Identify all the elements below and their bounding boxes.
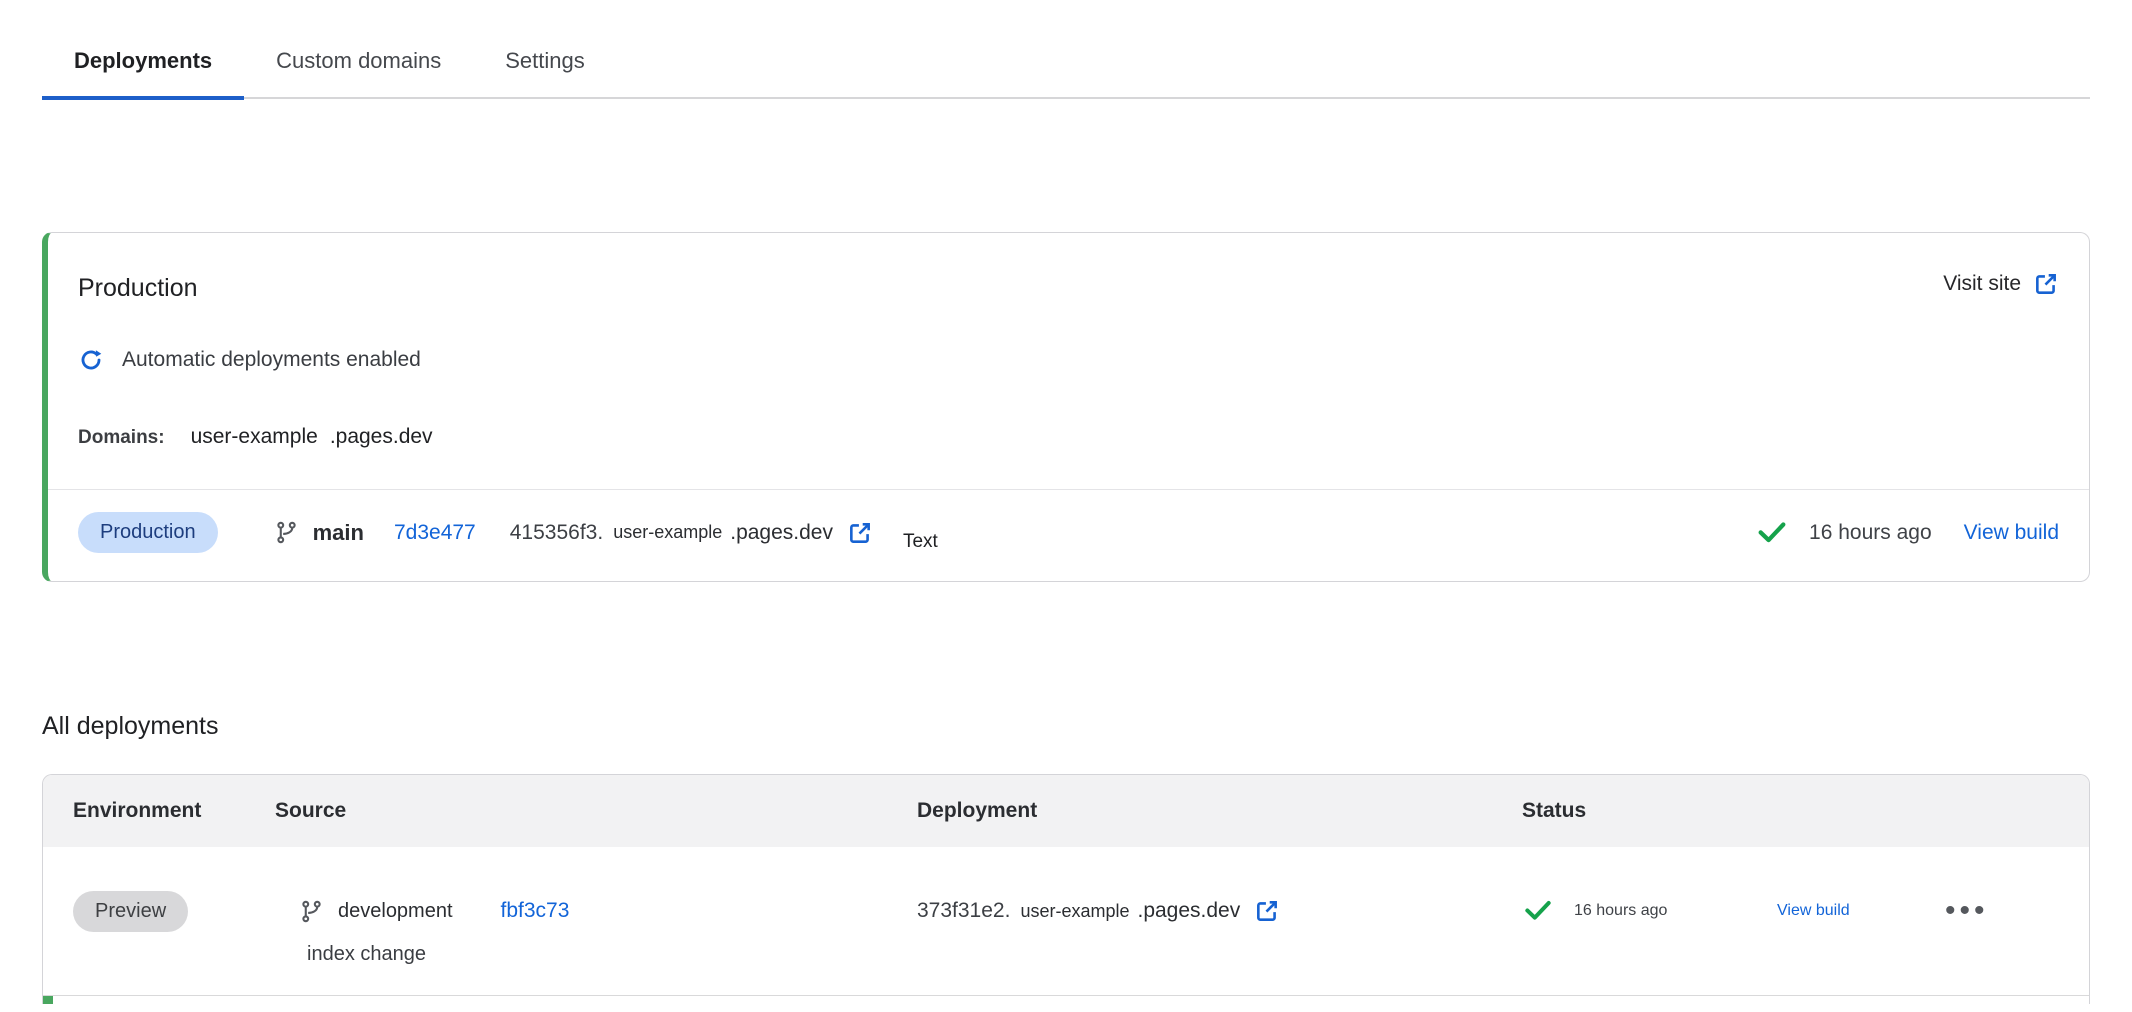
- environment-cell: Preview: [73, 889, 275, 933]
- domain-suffix: .pages.dev: [330, 425, 433, 449]
- column-header-status: Status: [1522, 799, 1777, 823]
- tab-custom-domains[interactable]: Custom domains: [244, 26, 473, 97]
- view-build-link[interactable]: View build: [1964, 521, 2059, 545]
- auto-deployments-row: Automatic deployments enabled: [78, 347, 2059, 373]
- source-cell: development fbf3c73 index change: [275, 889, 917, 969]
- view-build-cell: View build: [1777, 889, 1945, 933]
- tab-deployments[interactable]: Deployments: [42, 26, 244, 100]
- deployment-id: 415356f3.: [510, 521, 603, 545]
- domain-name: user-example: [191, 425, 318, 449]
- deployment-domain[interactable]: user-example: [613, 522, 722, 543]
- commit-link[interactable]: fbf3c73: [501, 899, 570, 923]
- view-build-link[interactable]: View build: [1777, 902, 1850, 920]
- row-menu-cell: •••: [1945, 889, 2089, 933]
- branch-name: development: [338, 900, 453, 923]
- deployment-cell: 373f31e2. user-example .pages.dev: [917, 889, 1522, 933]
- table-row: Preview development fbf3c73 index change: [43, 847, 2089, 995]
- table-header-row: Environment Source Deployment Status: [43, 775, 2089, 847]
- check-icon: [1755, 516, 1789, 550]
- next-row-divider: [43, 995, 2089, 1004]
- column-header-deployment: Deployment: [917, 799, 1522, 823]
- visit-site-link[interactable]: Visit site: [1943, 271, 2059, 297]
- column-header-source: Source: [275, 799, 917, 823]
- branch-name: main: [313, 520, 364, 546]
- external-link-icon: [2033, 271, 2059, 297]
- environment-badge: Preview: [73, 891, 188, 932]
- production-title: Production: [78, 271, 198, 305]
- domains-row: Domains: user-example .pages.dev: [78, 425, 2059, 449]
- production-card-body: Production Visit site: [48, 233, 2089, 489]
- deployment-id: 373f31e2.: [917, 899, 1010, 923]
- commit-message: index change: [307, 939, 917, 969]
- domains-label: Domains:: [78, 427, 165, 449]
- check-icon: [1522, 895, 1554, 927]
- visit-site-label: Visit site: [1943, 272, 2021, 296]
- commit-link[interactable]: 7d3e477: [394, 521, 476, 545]
- refresh-icon: [78, 347, 104, 373]
- next-row-green-indicator: [43, 996, 53, 1004]
- deployment-domain-suffix[interactable]: .pages.dev: [730, 521, 833, 545]
- column-header-environment: Environment: [73, 799, 275, 823]
- production-card: Production Visit site: [42, 232, 2090, 582]
- git-branch-icon: [274, 520, 299, 545]
- tab-settings[interactable]: Settings: [473, 26, 617, 97]
- page-content: Deployments Custom domains Settings Prod…: [42, 26, 2090, 1004]
- tooltip-text: Text: [903, 531, 938, 553]
- tab-bar: Deployments Custom domains Settings: [42, 26, 2090, 99]
- git-branch-icon: [299, 899, 324, 924]
- deployment-domain-suffix[interactable]: .pages.dev: [1137, 899, 1240, 923]
- deployments-table: Environment Source Deployment Status Pre…: [42, 774, 2090, 1004]
- status-cell: 16 hours ago: [1522, 889, 1777, 933]
- all-deployments-heading: All deployments: [42, 709, 2090, 743]
- production-deployment-row: Production main 7d3e477 415356f3. user-e…: [48, 490, 2089, 581]
- deployment-time: 16 hours ago: [1809, 521, 1932, 545]
- deployment-time: 16 hours ago: [1574, 902, 1667, 920]
- deployment-status-group: 16 hours ago View build: [1755, 516, 2059, 550]
- auto-deployments-text: Automatic deployments enabled: [122, 348, 421, 372]
- external-link-icon[interactable]: [847, 520, 873, 546]
- environment-badge: Production: [78, 512, 218, 553]
- external-link-icon[interactable]: [1254, 898, 1280, 924]
- deployment-domain[interactable]: user-example: [1020, 901, 1129, 922]
- row-menu-button[interactable]: •••: [1945, 901, 1989, 921]
